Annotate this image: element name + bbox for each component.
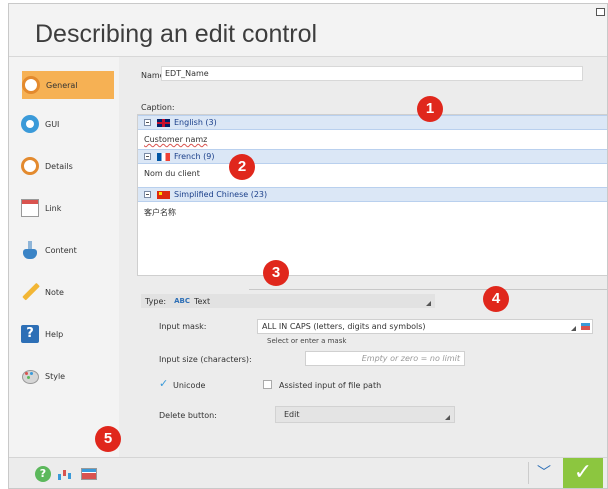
sidebar-item-general[interactable]: General xyxy=(22,71,114,99)
callout-2: 2 xyxy=(229,154,255,180)
chart-icon[interactable] xyxy=(57,466,73,482)
help-icon: ? xyxy=(21,325,39,343)
edit-control-dialog: Describing an edit control General GUI D… xyxy=(8,3,608,489)
palette-icon xyxy=(21,367,39,385)
caption-text-english[interactable]: Customer namz xyxy=(144,135,207,144)
lang-label: French (9) xyxy=(174,152,215,161)
dropdown-arrow-icon[interactable] xyxy=(571,326,576,331)
sidebar-item-label: Link xyxy=(45,203,62,213)
uk-flag-icon xyxy=(157,118,170,127)
section-divider xyxy=(249,289,607,290)
input-mask-combo[interactable]: ALL IN CAPS (letters, digits and symbols… xyxy=(257,319,593,334)
dropdown-arrow-icon xyxy=(445,415,450,420)
text-type-icon: ABC xyxy=(174,297,190,305)
sidebar-item-label: Details xyxy=(45,161,73,171)
sidebar-item-link[interactable]: Link xyxy=(21,194,103,222)
bottom-toolbar: ? ﹀ ✓ xyxy=(9,457,607,488)
restore-window-button[interactable] xyxy=(596,8,605,16)
eye-icon xyxy=(21,115,39,133)
pencil-icon xyxy=(17,279,42,304)
collapse-icon[interactable] xyxy=(144,153,151,160)
dialog-title: Describing an edit control xyxy=(35,20,318,48)
sidebar-item-help[interactable]: ? Help xyxy=(21,320,103,348)
lang-row-english[interactable]: English (3) xyxy=(138,115,607,130)
name-input[interactable]: EDT_Name xyxy=(161,66,583,81)
france-flag-icon xyxy=(157,152,170,161)
caption-text-chinese[interactable]: 客户名称 xyxy=(144,207,176,218)
input-mask-hint: Select or enter a mask xyxy=(267,337,347,345)
collapse-icon[interactable] xyxy=(144,191,151,198)
sidebar-item-label: Content xyxy=(45,245,77,255)
input-mask-value: ALL IN CAPS (letters, digits and symbols… xyxy=(262,322,426,331)
sidebar-item-note[interactable]: Note xyxy=(21,278,103,306)
collapse-icon[interactable] xyxy=(144,119,151,126)
caption-text-french[interactable]: Nom du client xyxy=(144,169,200,178)
sidebar-item-label: Note xyxy=(45,287,64,297)
lang-row-chinese[interactable]: Simplified Chinese (23) xyxy=(138,187,607,202)
lang-label: Simplified Chinese (23) xyxy=(174,190,268,199)
sidebar: General GUI Details Link Content Note ? … xyxy=(9,57,119,457)
sidebar-item-style[interactable]: Style xyxy=(21,362,103,390)
translate-icon[interactable] xyxy=(581,323,590,330)
sidebar-item-label: General xyxy=(46,80,78,90)
sidebar-item-content[interactable]: Content xyxy=(21,236,103,264)
caption-label: Caption: xyxy=(141,103,175,112)
sidebar-item-details[interactable]: Details xyxy=(21,152,103,180)
lang-label: English (3) xyxy=(174,118,217,127)
ok-button[interactable]: ✓ xyxy=(563,458,603,488)
language-flag-icon[interactable] xyxy=(81,468,97,480)
sidebar-item-label: Help xyxy=(45,329,64,339)
general-panel: Name: EDT_Name Caption: English (3) Cust… xyxy=(119,57,607,459)
callout-3: 3 xyxy=(263,260,289,286)
sidebar-item-gui[interactable]: GUI xyxy=(21,110,103,138)
dropdown-arrow-icon xyxy=(426,301,431,306)
general-icon xyxy=(22,76,40,94)
callout-4: 4 xyxy=(483,286,509,312)
china-flag-icon xyxy=(157,190,170,199)
collapse-chevron-button[interactable]: ﹀ xyxy=(528,462,559,484)
sidebar-item-label: GUI xyxy=(45,119,60,129)
unicode-label: Unicode xyxy=(173,381,206,390)
caption-editor[interactable]: English (3) Customer namz French (9) Nom… xyxy=(137,114,607,276)
input-size-field[interactable]: Empty or zero = no limit xyxy=(305,351,465,366)
help-button-icon[interactable]: ? xyxy=(35,466,51,482)
lang-row-french[interactable]: French (9) xyxy=(138,149,607,164)
details-icon xyxy=(21,157,39,175)
type-dropdown[interactable]: Type: ABC Text xyxy=(141,294,435,308)
unicode-checkbox[interactable]: ✓ xyxy=(159,378,168,389)
delete-button-value: Edit xyxy=(284,410,300,419)
assisted-input-label: Assisted input of file path xyxy=(279,381,382,390)
input-mask-label: Input mask: xyxy=(159,322,207,331)
type-label: Type: xyxy=(145,296,167,306)
callout-1: 1 xyxy=(417,96,443,122)
input-size-label: Input size (characters): xyxy=(159,355,252,364)
sidebar-item-label: Style xyxy=(45,371,66,381)
link-icon xyxy=(21,199,39,217)
delete-button-label: Delete button: xyxy=(159,411,217,420)
type-value: Text xyxy=(193,296,211,306)
delete-button-dropdown[interactable]: Edit xyxy=(275,406,455,423)
flask-icon xyxy=(21,241,39,259)
callout-5: 5 xyxy=(95,426,121,452)
assisted-input-checkbox[interactable] xyxy=(263,380,272,389)
